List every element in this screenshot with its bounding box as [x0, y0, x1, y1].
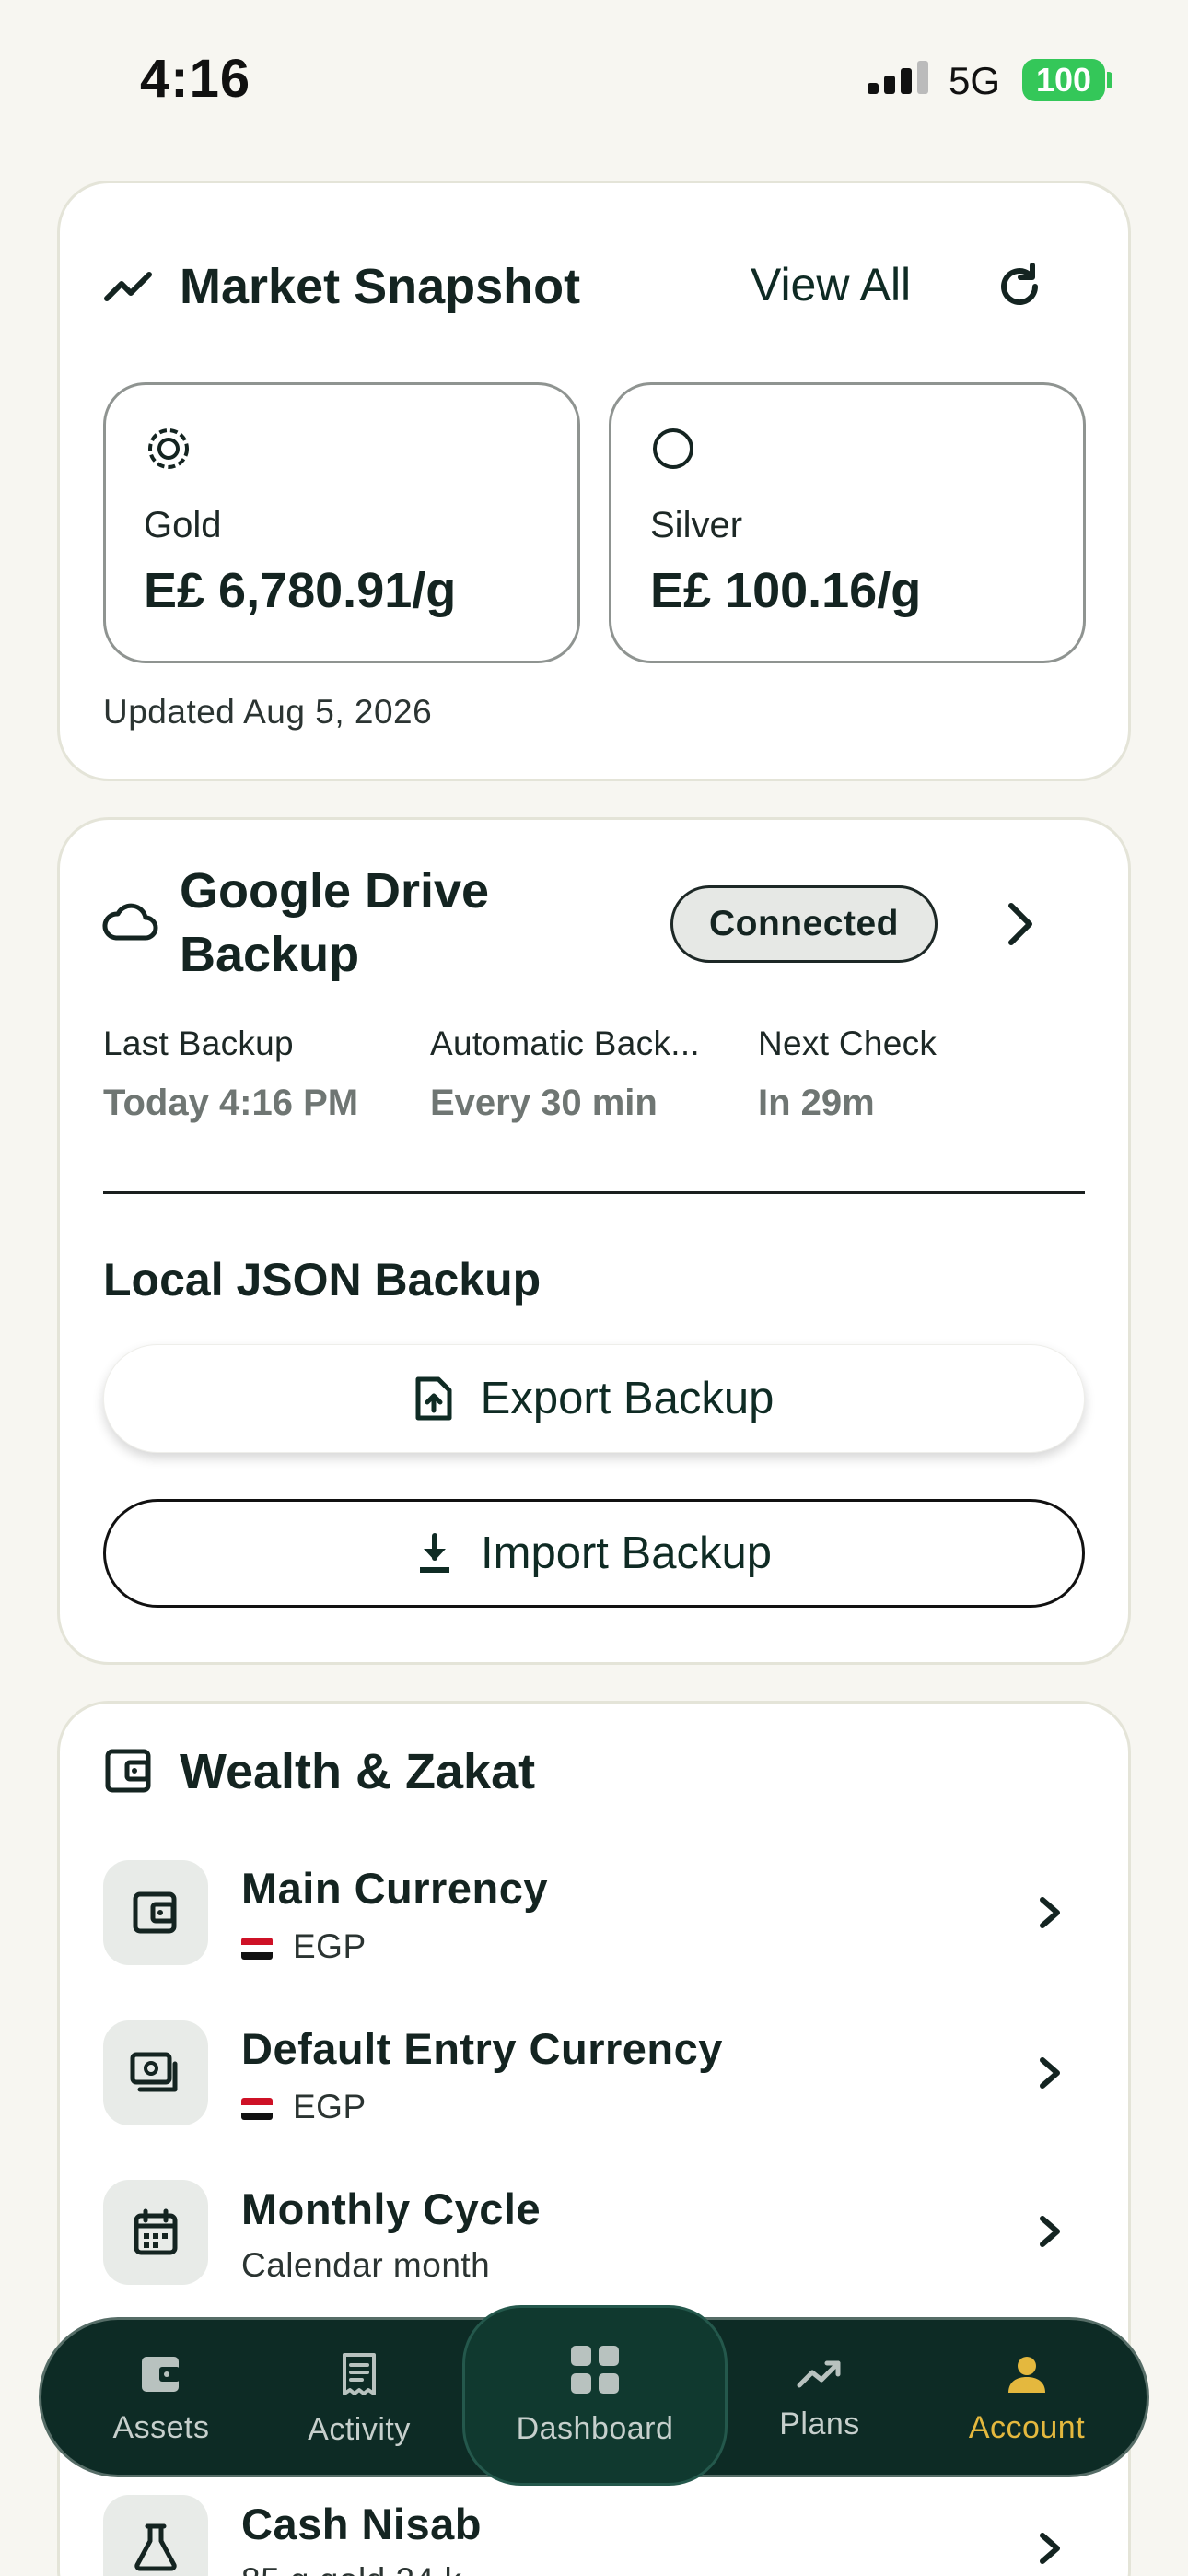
import-backup-label: Import Backup [481, 1528, 772, 1578]
calendar-icon [131, 2207, 181, 2257]
battery-cap [1107, 72, 1112, 88]
cloud-icon [101, 901, 158, 943]
nav-label-account: Account [968, 2410, 1086, 2445]
egypt-flag-icon [241, 1938, 273, 1960]
drive-title-line1: Google Drive [180, 863, 490, 919]
last-backup-value: Today 4:16 PM [103, 1083, 359, 1123]
wealth-title: Wealth & Zakat [180, 1744, 536, 1799]
trend-icon [103, 267, 155, 304]
gold-sun-icon [142, 422, 195, 475]
export-backup-label: Export Backup [480, 1374, 775, 1423]
divider [103, 1191, 1085, 1194]
main-currency-code: EGP [293, 1927, 367, 1965]
view-all-link[interactable]: View All [751, 258, 911, 311]
nav-label-plans: Plans [779, 2406, 860, 2441]
person-icon [1007, 2354, 1047, 2399]
signal-icon [868, 61, 928, 94]
nav-item-account[interactable]: Account [939, 2320, 1114, 2480]
silver-circle-icon [650, 426, 696, 472]
connected-badge: Connected [670, 885, 938, 963]
monthly-cycle-value: Calendar month [241, 2246, 491, 2284]
next-check-value: In 29m [758, 1083, 875, 1123]
download-icon [416, 1532, 453, 1575]
nav-label-dashboard: Dashboard [516, 2411, 674, 2446]
drive-title-line2: Backup [180, 927, 360, 982]
chevron-right-icon[interactable] [1004, 898, 1037, 950]
file-upload-icon [414, 1376, 453, 1422]
refresh-icon[interactable] [993, 260, 1046, 313]
entry-currency-value: EGP [241, 2088, 367, 2126]
gold-price: E£ 6,780.91/g [144, 563, 457, 618]
wallet-icon [139, 2354, 183, 2399]
updated-timestamp: Updated Aug 5, 2026 [103, 693, 433, 731]
entry-currency-title: Default Entry Currency [241, 2024, 723, 2073]
cash-nisab-value: 85 g gold 24 k [241, 2561, 461, 2576]
auto-backup-value: Every 30 min [430, 1083, 658, 1123]
market-title: Market Snapshot [180, 259, 581, 314]
cash-nisab-title: Cash Nisab [241, 2500, 482, 2548]
chevron-right-icon[interactable] [1031, 2045, 1068, 2101]
silver-price: E£ 100.16/g [650, 563, 922, 618]
chevron-right-icon[interactable] [1031, 2204, 1068, 2259]
main-currency-title: Main Currency [241, 1864, 548, 1913]
nav-item-assets[interactable]: Assets [78, 2320, 244, 2480]
nav-item-dashboard[interactable]: Dashboard [462, 2305, 728, 2486]
status-bar: 4:16 5G 100 [0, 0, 1188, 161]
battery-indicator: 100 [1022, 59, 1105, 101]
chevron-right-icon[interactable] [1031, 2521, 1068, 2576]
main-currency-value: EGP [241, 1927, 367, 1966]
entry-currency-code: EGP [293, 2088, 367, 2125]
silver-label: Silver [650, 505, 743, 545]
last-backup-label: Last Backup [103, 1025, 294, 1062]
nav-label-assets: Assets [112, 2410, 210, 2445]
nav-label-activity: Activity [308, 2412, 411, 2447]
egypt-flag-icon [241, 2098, 273, 2120]
receipt-icon [339, 2352, 379, 2401]
nav-item-plans[interactable]: Plans [741, 2320, 898, 2480]
next-check-label: Next Check [758, 1025, 938, 1062]
chevron-right-icon[interactable] [1031, 1885, 1068, 1940]
cash-icon [129, 2049, 182, 2097]
status-time: 4:16 [140, 49, 251, 109]
nav-item-activity[interactable]: Activity [272, 2320, 447, 2480]
wallet-icon [131, 1889, 181, 1937]
flask-icon [131, 2523, 181, 2572]
local-backup-title: Local JSON Backup [103, 1254, 542, 1306]
export-backup-button[interactable]: Export Backup [103, 1344, 1085, 1453]
import-backup-button[interactable]: Import Backup [103, 1499, 1085, 1608]
monthly-cycle-title: Monthly Cycle [241, 2184, 542, 2233]
gold-label: Gold [144, 505, 222, 545]
network-type: 5G [949, 59, 1001, 102]
auto-backup-label: Automatic Back... [430, 1025, 700, 1062]
trend-icon [796, 2358, 844, 2395]
wallet-icon [103, 1747, 155, 1795]
grid-icon [569, 2344, 621, 2400]
